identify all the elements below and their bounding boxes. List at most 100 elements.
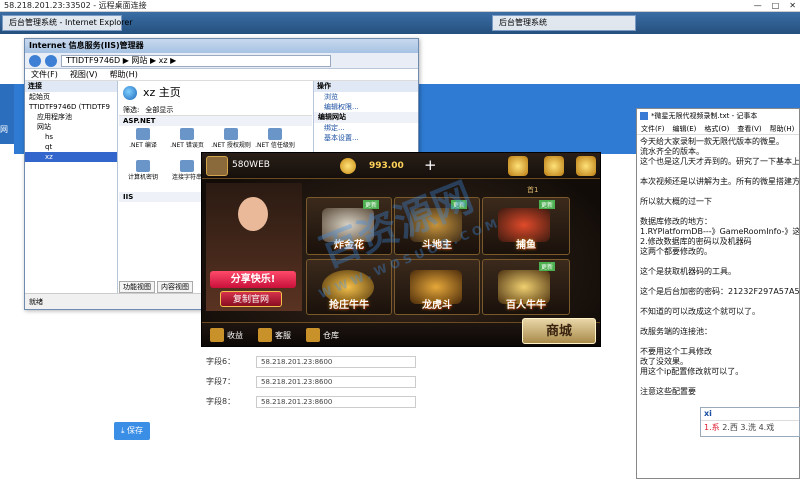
np-menu-help[interactable]: 帮助(H) xyxy=(770,123,795,134)
notepad-line: 改了没效果。 xyxy=(640,357,688,366)
ime-candidate[interactable]: 4.戏 xyxy=(759,423,775,432)
activity-icon[interactable] xyxy=(508,156,528,176)
tree-item-start[interactable]: 起始页 xyxy=(25,92,117,102)
save-button-label: 保存 xyxy=(127,426,144,435)
game-tile-doudizhu[interactable]: 更新 斗地主 xyxy=(394,197,480,255)
tree-item-apppools[interactable]: 应用程序池 xyxy=(25,112,117,122)
forward-icon[interactable] xyxy=(45,54,57,67)
notepad-line: 用这个ip配置修改就可以了。 xyxy=(640,367,744,376)
update-badge: 更新 xyxy=(451,200,468,209)
service-icon[interactable] xyxy=(544,156,564,176)
menu-help[interactable]: 帮助(H) xyxy=(110,69,138,80)
tree-item-xz[interactable]: xz xyxy=(25,152,117,162)
hostess-face xyxy=(238,197,268,231)
taskbar: 后台管理系统 - Internet Explorer 后台管理系统 xyxy=(0,12,800,34)
trust-icon xyxy=(268,128,282,140)
notepad-line: 这两个都要修改的。 xyxy=(640,247,712,256)
tree-item-hs[interactable]: hs xyxy=(25,132,117,142)
tile-label: 百人牛牛 xyxy=(506,300,546,311)
notepad-menu: 文件(F) 编辑(E) 格式(O) 查看(V) 帮助(H) xyxy=(637,123,799,135)
form-row-field6: 字段6： 58.218.201.23:8600 xyxy=(206,356,416,368)
connections-header: 连接 xyxy=(25,81,117,92)
customer-service-label: 客服 xyxy=(275,330,291,340)
field-input[interactable]: 58.218.201.23:8600 xyxy=(256,376,416,388)
top-index: 首1 xyxy=(527,186,539,194)
tile-label: 捕鱼 xyxy=(516,240,536,251)
notepad-line: 所以就大概的过一下 xyxy=(640,197,712,206)
update-badge: 更新 xyxy=(539,200,556,209)
feature-label: .NET 错误页 xyxy=(170,142,204,149)
customer-service-icon xyxy=(258,328,272,342)
field-input[interactable]: 58.218.201.23:8600 xyxy=(256,396,416,408)
tile-label: 抢庄牛牛 xyxy=(329,300,369,311)
taskbar-item-ie[interactable]: 后台管理系统 - Internet Explorer xyxy=(2,15,133,31)
maximize-icon[interactable]: □ xyxy=(772,0,780,12)
minimize-icon[interactable]: — xyxy=(754,0,762,12)
form-row-field7: 字段7： 58.218.201.23:8600 xyxy=(206,376,416,388)
site-home-label: xz 主页 xyxy=(143,86,181,99)
action-edit-permissions[interactable]: 编辑权限... xyxy=(314,102,418,112)
notepad-titlebar: *微星无限代视频录制.txt - 记事本 xyxy=(637,109,799,123)
game-tile-longhudou[interactable]: 龙虎斗 xyxy=(394,259,480,315)
share-banner[interactable]: 分享快乐! xyxy=(210,271,296,288)
game-tile-qiangzhuang[interactable]: 抢庄牛牛 xyxy=(306,259,392,315)
add-gold-icon[interactable]: + xyxy=(424,156,437,174)
tab-features-view[interactable]: 功能视图 xyxy=(119,281,155,293)
game-tile-zhajinhua[interactable]: 更新 炸金花 xyxy=(306,197,392,255)
avatar[interactable] xyxy=(206,156,228,176)
warehouse-button[interactable]: 仓库 xyxy=(306,328,339,342)
iis-address-bar: TTIDTF9746D ▶ 网站 ▶ xz ▶ xyxy=(25,53,418,69)
notepad-line: 不要用这个工具修改 xyxy=(640,347,712,356)
close-icon[interactable]: ✕ xyxy=(789,0,796,12)
notepad-line xyxy=(640,337,796,347)
np-menu-file[interactable]: 文件(F) xyxy=(641,123,665,134)
np-menu-view[interactable]: 查看(V) xyxy=(737,123,761,134)
copy-website-button[interactable]: 复制官网 xyxy=(220,291,282,307)
np-menu-format[interactable]: 格式(O) xyxy=(704,123,729,134)
remote-desktop-titlebar: 58.218.201.23:33502 - 远程桌面连接 — □ ✕ xyxy=(0,0,800,12)
tree-item-sites[interactable]: 网站 xyxy=(25,122,117,132)
feature-machine-key[interactable]: 计算机密钥 xyxy=(123,160,163,190)
gold-balance: 993.00 xyxy=(369,161,404,171)
ime-candidate[interactable]: 3.洗 xyxy=(740,423,756,432)
earnings-button[interactable]: 收益 xyxy=(210,328,243,342)
action-basic-settings[interactable]: 基本设置... xyxy=(314,133,418,143)
menu-view[interactable]: 视图(V) xyxy=(70,69,98,80)
save-button[interactable]: ⤓ 保存 xyxy=(114,422,150,440)
filter-bar: 筛选: 全部显示 xyxy=(119,105,312,116)
field-input[interactable]: 58.218.201.23:8600 xyxy=(256,356,416,368)
game-tile-bairenniuniu[interactable]: 更新 百人牛牛 xyxy=(482,259,570,315)
tree-item-qt[interactable]: qt xyxy=(25,142,117,152)
notepad-line: 不知道的可以改成这个就可以了。 xyxy=(640,307,760,316)
ime-candidate[interactable]: 1.系 xyxy=(704,423,720,432)
admin-sidebar: 网 xyxy=(0,84,14,144)
coin-icon xyxy=(340,158,356,174)
tab-content-view[interactable]: 内容视图 xyxy=(157,281,193,293)
feature-label: .NET 编译 xyxy=(129,142,157,149)
ime-candidate[interactable]: 2.西 xyxy=(722,423,738,432)
notepad-line: 这个也是这几天才弄到的。研究了一下基本上 xyxy=(640,157,799,166)
iis-path[interactable]: TTIDTF9746D ▶ 网站 ▶ xz ▶ xyxy=(61,54,331,67)
feature-net-compile[interactable]: .NET 编译 xyxy=(123,128,163,158)
action-bindings[interactable]: 绑定... xyxy=(314,123,418,133)
menu-file[interactable]: 文件(F) xyxy=(31,69,58,80)
tree-item-server[interactable]: TTIDTF9746D (TTIDTF9 xyxy=(25,102,117,112)
show-all-button[interactable]: 全部显示 xyxy=(145,105,173,115)
back-icon[interactable] xyxy=(29,54,41,67)
shop-button[interactable]: 商城 xyxy=(522,318,596,344)
action-browse[interactable]: 浏览 xyxy=(314,92,418,102)
settings-icon[interactable] xyxy=(576,156,596,176)
notepad-line xyxy=(640,297,796,307)
notepad-line: 1.RYPlatformDB---》GameRoomInfo-》这 xyxy=(640,227,799,236)
taskbar-item-admin[interactable]: 后台管理系统 xyxy=(492,15,636,31)
np-menu-edit[interactable]: 编辑(E) xyxy=(673,123,697,134)
game-tile-fishing[interactable]: 更新 捕鱼 xyxy=(482,197,570,255)
warehouse-icon xyxy=(306,328,320,342)
notepad-title: *微星无限代视频录制.txt - 记事本 xyxy=(651,112,758,120)
player-name: 580WEB xyxy=(232,160,270,170)
feature-label: .NET 信任级别 xyxy=(255,142,295,149)
field-label: 字段7： xyxy=(206,377,236,386)
earnings-label: 收益 xyxy=(227,330,243,340)
customer-service-button[interactable]: 客服 xyxy=(258,328,291,342)
globe-icon xyxy=(123,86,137,100)
